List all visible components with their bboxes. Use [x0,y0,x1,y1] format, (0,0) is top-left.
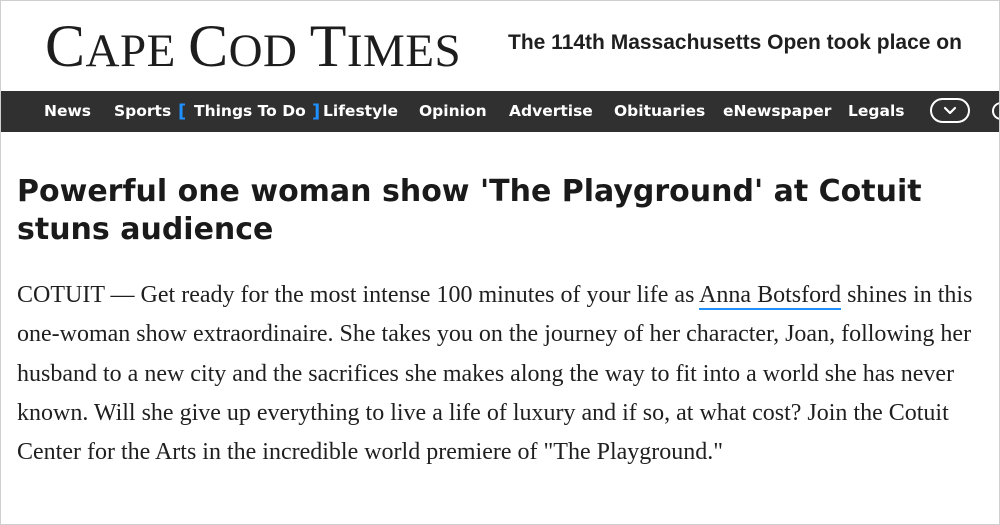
nav-item-opinion[interactable]: Opinion [419,91,487,132]
logo-letters: APE [85,25,189,77]
nav-bracket-close: ] [312,101,321,122]
chevron-down-icon [943,106,957,115]
author-link[interactable]: Anna Botsford [699,282,842,310]
main-navigation: News Sports [ Things To Do ] Lifestyle O… [1,91,999,132]
nav-item-things-to-do[interactable]: Things To Do [194,91,306,132]
nav-item-obituaries[interactable]: Obituaries [614,91,705,132]
logo-letter: T [309,13,347,79]
nav-item-legals[interactable]: Legals [848,91,904,132]
nav-item-advertise[interactable]: Advertise [509,91,593,132]
masthead: CAPE COD TIMES The 114th Massachusetts O… [1,1,999,91]
nav-item-enewspaper[interactable]: eNewspaper [723,91,831,132]
page-frame: CAPE COD TIMES The 114th Massachusetts O… [0,0,1000,525]
logo-letters: OD [228,25,310,77]
headline-ticker[interactable]: The 114th Massachusetts Open took place … [508,31,962,55]
article-text: COTUIT — Get ready for the most intense … [17,282,700,308]
logo-letter: C [188,13,229,79]
nav-item-news[interactable]: News [44,91,91,132]
nav-bracket-open: [ [178,101,187,122]
article-title: Powerful one woman show 'The Playground'… [17,174,922,247]
more-menu-button[interactable] [930,98,970,123]
nav-item-sports[interactable]: Sports [114,91,171,132]
logo-letters: IMES [346,25,462,77]
article-body: COTUIT — Get ready for the most intense … [17,276,977,472]
logo-letter: C [45,13,86,79]
nav-item-lifestyle[interactable]: Lifestyle [323,91,398,132]
site-logo[interactable]: CAPE COD TIMES [45,13,461,84]
